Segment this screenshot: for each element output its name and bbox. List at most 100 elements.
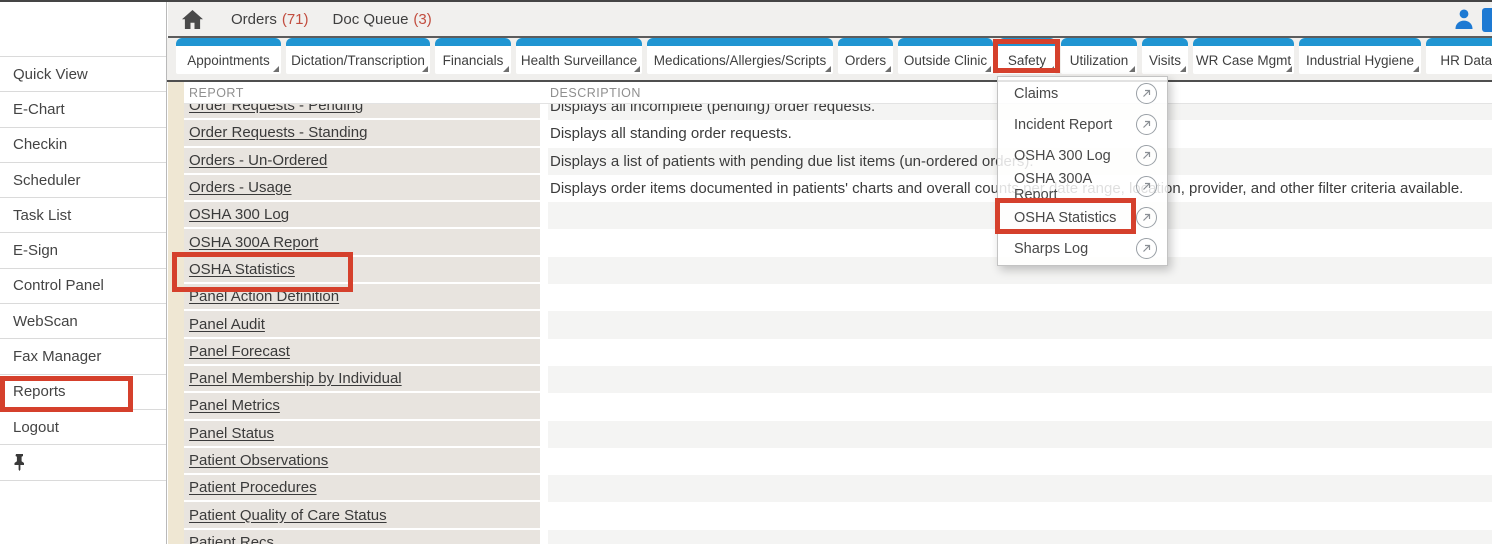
open-in-new-icon[interactable] [1136,238,1157,259]
table-row: Panel Metrics [184,393,1492,420]
column-gap [540,257,548,284]
orders-queue-tab[interactable]: Orders (71) [231,11,309,28]
sidebar-item[interactable]: Control Panel [0,269,166,304]
report-cell: Panel Action Definition [184,284,540,311]
report-column-header: REPORT [184,86,548,100]
nav-tab[interactable]: Health Surveillance [516,38,642,80]
sidebar-item[interactable]: Checkin [0,128,166,163]
report-description [548,475,1492,502]
nav-tab[interactable]: Visits [1142,38,1188,80]
report-link[interactable]: Patient Procedures [189,479,317,496]
nav-tab[interactable]: Utilization [1061,38,1137,80]
open-in-new-icon[interactable] [1136,145,1157,166]
report-link[interactable]: Panel Action Definition [189,288,339,305]
tab-accent-bar [1426,38,1492,46]
report-link[interactable]: Patient Recs [189,534,274,544]
left-gutter [168,82,184,544]
sidebar-item[interactable]: Task List [0,198,166,233]
tab-accent-bar [176,38,281,46]
doc-queue-label: Doc Queue [333,11,409,28]
report-link[interactable]: Order Requests - Standing [189,124,367,141]
report-description [548,421,1492,448]
nav-tab[interactable]: Dictation/Transcription [286,38,430,80]
sidebar-item[interactable]: E-Chart [0,92,166,127]
column-gap [540,475,548,502]
report-link[interactable]: Patient Quality of Care Status [189,507,387,524]
table-header: REPORT DESCRIPTION [184,82,1492,104]
chevron-down-icon [1413,66,1419,72]
sidebar-item-label: E-Sign [13,242,58,259]
column-gap [540,393,548,420]
sidebar-item[interactable]: Scheduler [0,163,166,198]
pin-button[interactable] [0,445,166,480]
nav-tab[interactable]: Appointments [176,38,281,80]
doc-queue-tab[interactable]: Doc Queue (3) [333,11,432,28]
report-link[interactable]: Orders - Usage [189,179,292,196]
report-link[interactable]: Orders - Un-Ordered [189,152,327,169]
nav-tab[interactable]: HR Data Fe [1426,38,1492,80]
nav-tab-label: Orders [845,53,886,68]
report-link[interactable]: Panel Forecast [189,343,290,360]
tab-accent-bar [1299,38,1421,46]
table-row: Patient Observations [184,448,1492,475]
report-link[interactable]: Panel Audit [189,316,265,333]
sidebar-footer [0,445,166,480]
app-window: Quick View E-Chart Checkin Scheduler Tas… [0,0,1492,544]
sidebar-item[interactable]: Reports [0,375,166,410]
column-gap [540,148,548,175]
open-in-new-icon[interactable] [1136,83,1157,104]
menu-item[interactable]: Sharps Log [998,233,1167,264]
menu-item[interactable]: OSHA 300 Log [998,140,1167,171]
report-cell: Order Requests - Standing [184,120,540,147]
report-link[interactable]: OSHA 300A Report [189,234,318,251]
open-in-new-icon[interactable] [1136,176,1157,197]
column-gap [540,229,548,256]
tab-accent-bar [898,38,993,46]
nav-tab[interactable]: Safety [998,38,1056,80]
orders-queue-label: Orders [231,11,277,28]
report-link[interactable]: OSHA 300 Log [189,206,289,223]
open-in-new-icon[interactable] [1136,207,1157,228]
user-badge[interactable] [1482,8,1492,32]
nav-tab[interactable]: Outside Clinic [898,38,993,80]
chevron-down-icon [503,66,509,72]
report-link[interactable]: Panel Membership by Individual [189,370,402,387]
sidebar-item[interactable]: WebScan [0,304,166,339]
menu-item[interactable]: OSHA Statistics [998,202,1167,233]
column-gap [540,339,548,366]
nav-tab[interactable]: WR Case Mgmt [1193,38,1294,80]
sidebar-item[interactable]: Quick View [0,57,166,92]
sidebar-item[interactable]: Logout [0,410,166,445]
sidebar-item[interactable]: Fax Manager [0,339,166,374]
module-tabs: Appointments Dictation/Transcription Fin… [167,38,1492,80]
home-icon[interactable] [182,10,203,29]
user-icon[interactable] [1452,7,1476,31]
sidebar-item-label: E-Chart [13,101,65,118]
sidebar-item-label: Logout [13,419,59,436]
table-row: Patient Recs [184,530,1492,544]
nav-tab[interactable]: Medications/Allergies/Scripts [647,38,833,80]
open-in-new-icon[interactable] [1136,114,1157,135]
report-link[interactable]: OSHA Statistics [189,261,295,278]
report-cell: Panel Status [184,421,540,448]
menu-item[interactable]: Claims [998,78,1167,109]
nav-tab-label: Appointments [187,53,270,68]
topbar: Orders (71) Doc Queue (3) [168,2,1492,38]
orders-queue-count: (71) [282,11,309,28]
menu-item[interactable]: Incident Report [998,109,1167,140]
nav-tab[interactable]: Orders [838,38,893,80]
table-row: Orders - Usage Displays order items docu… [184,175,1492,202]
report-description [548,366,1492,393]
menu-item-label: Sharps Log [1014,241,1136,257]
column-gap [540,502,548,529]
nav-tab[interactable]: Industrial Hygiene [1299,38,1421,80]
report-link[interactable]: Panel Status [189,425,274,442]
report-link[interactable]: Patient Observations [189,452,328,469]
report-link[interactable]: Panel Metrics [189,397,280,414]
menu-item[interactable]: OSHA 300A Report [998,171,1167,202]
tab-accent-bar [1193,38,1294,46]
report-cell: Patient Quality of Care Status [184,502,540,529]
sidebar-item[interactable]: E-Sign [0,233,166,268]
nav-tab[interactable]: Financials [435,38,511,80]
report-description [548,502,1492,529]
